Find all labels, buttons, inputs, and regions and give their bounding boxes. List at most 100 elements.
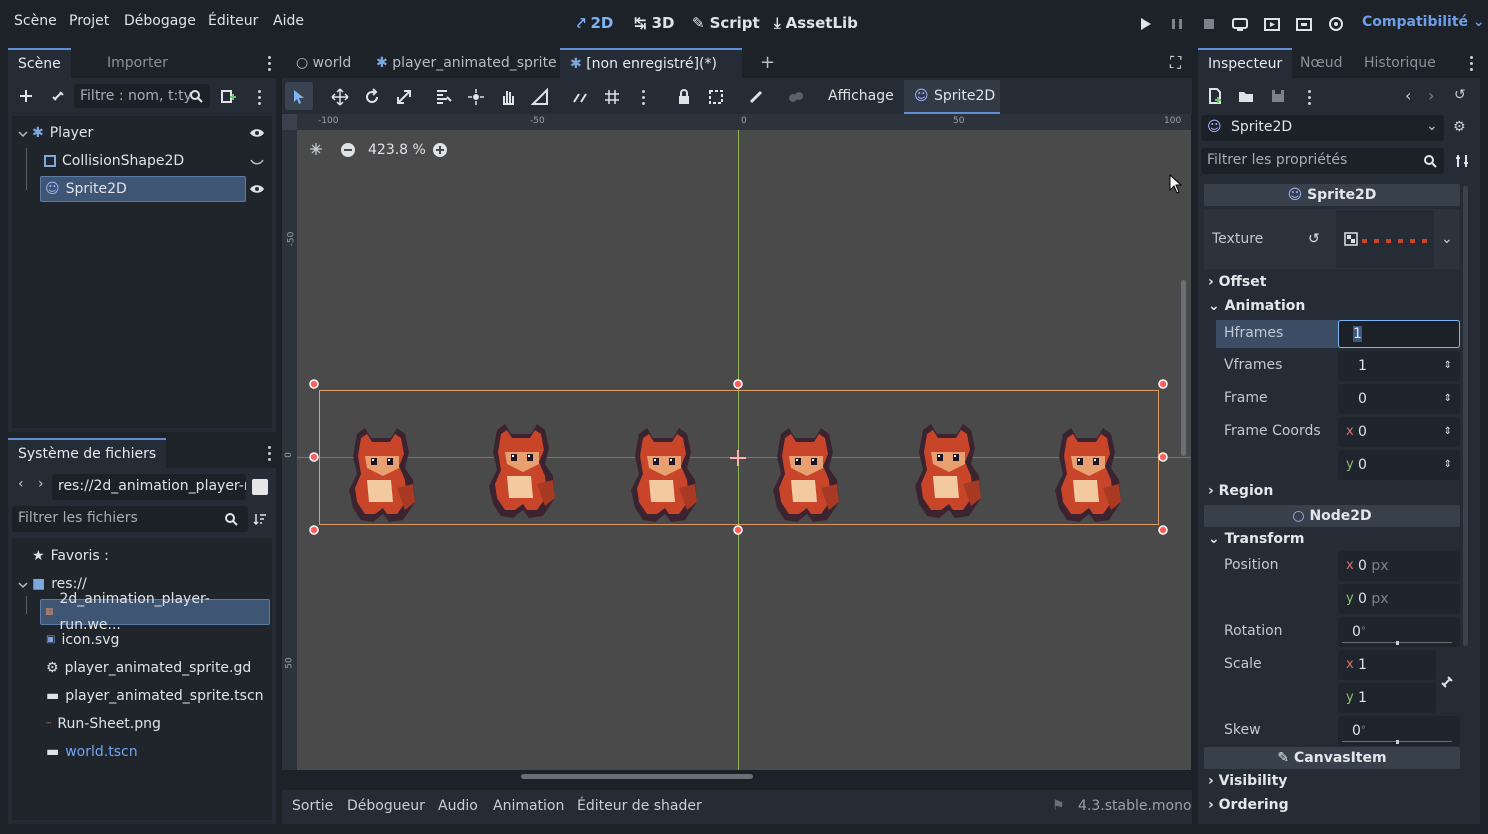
tree-item-player[interactable]: ✱ Player [32,120,246,146]
scale-y-input[interactable]: y1 [1338,683,1436,713]
group-region[interactable]: › Region [1208,483,1273,499]
tab-filesystem[interactable]: Système de fichiers [8,438,167,468]
lock-icon[interactable] [675,88,693,106]
tab-player-animated-sprite[interactable]: ✱ player_animated_sprite [366,48,567,78]
group-icon[interactable] [707,88,725,106]
revert-icon[interactable]: ↺ [1308,231,1320,247]
zoom-out-icon[interactable] [340,142,356,158]
group-transform[interactable]: ⌄ Transform [1208,531,1304,547]
resource-menu-icon[interactable] [1308,90,1312,108]
move-icon[interactable] [331,88,349,106]
skew-slider[interactable]: 0° [1338,716,1460,746]
snap-options-icon[interactable] [642,90,646,108]
slider-grabber[interactable] [1396,740,1399,744]
slider-grabber[interactable] [1396,641,1399,645]
tab-scene[interactable]: Scène [8,48,71,78]
tab-animation[interactable]: Animation [493,798,564,814]
frame-input[interactable]: 0 ⇕ [1338,384,1460,414]
file-item-webp[interactable]: ▦ 2d_animation_player-run.we... [40,591,270,633]
spinner-icon[interactable]: ⇕ [1444,351,1452,381]
spinner-icon[interactable]: ⇕ [1444,417,1452,447]
remote-debug-icon[interactable] [1230,14,1250,34]
scale-x-input[interactable]: x1 [1338,650,1436,680]
tab-audio[interactable]: Audio [438,798,478,814]
pan-hand-icon[interactable] [499,88,517,106]
position-x-input[interactable]: x0 px [1338,551,1460,581]
visibility-eye-icon[interactable] [249,183,265,195]
path-field[interactable]: res://2d_animation_player-r [52,474,246,500]
file-item-icon-svg[interactable]: ▣ icon.svg [46,627,119,653]
inspector-scrollbar[interactable] [1463,186,1468,646]
select-arrow-icon[interactable] [290,88,308,106]
horizontal-scrollbar-thumb[interactable] [521,774,753,779]
history-forward-icon[interactable]: › [1428,86,1434,105]
tab-output[interactable]: Sortie [292,798,333,814]
workspace-2d-button[interactable]: ⤤ 2D [577,14,613,32]
workspace-script-button[interactable]: ✎ Script [692,14,760,32]
link-icon[interactable] [1440,675,1454,689]
workspace-3d-button[interactable]: ↹ 3D [634,14,674,32]
zoom-level[interactable]: 423.8 % [368,142,426,158]
tab-world[interactable]: ○ world [286,48,361,78]
menu-help[interactable]: Aide [273,13,304,29]
split-view-icon[interactable] [252,479,268,495]
zoom-in-icon[interactable] [432,142,448,158]
save-icon[interactable] [1270,88,1286,104]
file-filter-input[interactable]: Filtrer les fichiers [12,506,248,532]
distraction-free-icon[interactable]: ⛶ [1170,53,1181,73]
group-ordering[interactable]: › Ordering [1208,797,1289,813]
tab-debugger[interactable]: Débogueur [347,798,425,814]
ruler-icon[interactable] [531,88,549,106]
pivot-icon[interactable] [467,88,485,106]
spinner-icon[interactable]: ⇕ [1444,450,1452,480]
group-offset[interactable]: › Offset [1208,274,1266,290]
node-tools-icon[interactable]: ⚙ [1453,119,1466,135]
renderer-dropdown[interactable]: Compatibilité ⌄ [1362,14,1485,30]
frame-coords-x-input[interactable]: x 0 ⇕ [1338,417,1460,447]
favorites-row[interactable]: ★ Favoris : [32,543,109,569]
frame-coords-y-input[interactable]: y 0 ⇕ [1338,450,1460,480]
scene-dock-menu-icon[interactable] [268,56,272,74]
tree-item-collisionshape2d[interactable]: CollisionShape2D [44,148,244,174]
vframes-input[interactable]: 1 ⇕ [1338,351,1460,381]
list-select-icon[interactable] [435,88,453,106]
tab-shader-editor[interactable]: Éditeur de shader [577,798,702,814]
history-back-icon[interactable]: ‹ [1405,86,1411,105]
filesystem-menu-icon[interactable] [268,446,272,464]
position-y-input[interactable]: y0 px [1338,584,1460,614]
open-folder-icon[interactable] [1238,88,1254,104]
menu-debug[interactable]: Débogage [124,13,196,29]
chevron-down-icon[interactable] [18,580,28,590]
play-icon[interactable] [1135,14,1155,34]
hframes-input[interactable]: 1 [1338,320,1460,348]
tab-import[interactable]: Importer [97,48,178,78]
group-visibility[interactable]: › Visibility [1208,773,1287,789]
stop-icon[interactable] [1199,14,1219,34]
eye-closed-icon[interactable] [250,158,264,168]
tree-item-sprite2d[interactable]: ☺ Sprite2D [40,176,246,202]
property-options-icon[interactable] [1454,153,1470,169]
sort-icon[interactable] [253,512,267,526]
scale-icon[interactable] [395,88,413,106]
menu-project[interactable]: Projet [69,13,109,29]
visibility-eye-icon[interactable] [249,127,265,139]
attach-script-icon[interactable] [220,88,236,104]
tab-unsaved[interactable]: ✱ [non enregistré](*) ✕ [560,48,742,100]
sprite2d-menu-button[interactable]: ☺ Sprite2D [904,80,1000,114]
rotate-icon[interactable] [363,88,381,106]
back-icon[interactable]: ‹ [18,476,24,492]
center-view-icon[interactable] [309,142,323,156]
pause-icon[interactable] [1167,14,1187,34]
menu-scene[interactable]: Scène [14,13,57,29]
texture-preview[interactable] [1336,210,1434,268]
view-menu-button[interactable]: Affichage [828,88,894,104]
chevron-down-icon[interactable] [18,129,28,139]
new-resource-icon[interactable] [1207,88,1223,104]
object-history-icon[interactable]: ↺ [1454,87,1466,103]
workspace-assetlib-button[interactable]: ⤓ AssetLib [774,14,858,32]
menu-editor[interactable]: Éditeur [208,13,258,29]
movie-maker-icon[interactable] [1326,14,1346,34]
file-item-tscn[interactable]: ▬ player_animated_sprite.tscn [46,683,264,709]
add-node-icon[interactable] [18,88,34,104]
play-custom-scene-icon[interactable] [1294,14,1314,34]
